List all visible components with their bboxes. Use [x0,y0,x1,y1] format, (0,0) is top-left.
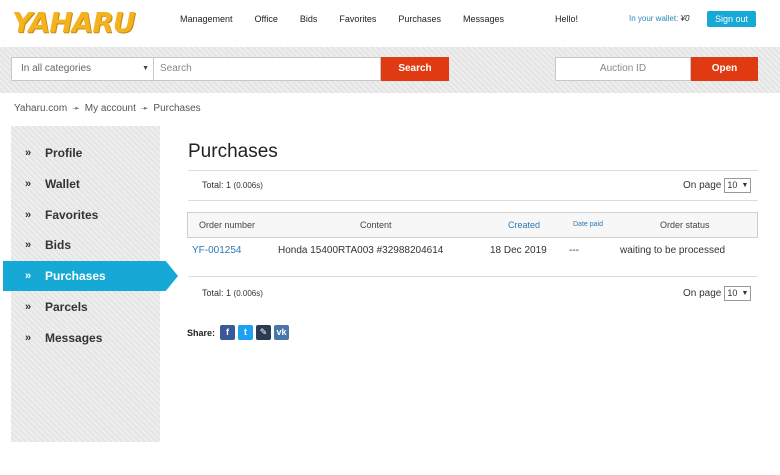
sidebar-item-bids[interactable]: » Bids [11,232,160,259]
page-title: Purchases [188,141,278,162]
nav-messages[interactable]: Messages [463,14,504,24]
logo[interactable]: YAHARU [12,6,136,39]
order-status: waiting to be processed [620,245,726,256]
table-row: YF-001254 Honda 15400RTA003 #32988204614… [187,238,758,264]
open-button[interactable]: Open [691,57,758,81]
total-label: Total: 1 [202,180,232,190]
nav-purchases[interactable]: Purchases [398,14,441,24]
per-page-control-bottom: On page 10 ▼ [683,286,752,301]
dropdown-arrow-icon: ▼ [741,182,749,189]
arrow-right-icon: ➛ [140,103,149,113]
sidebar-item-label: Purchases [45,269,106,283]
hello-text: Hello! [555,14,579,24]
wallet-info[interactable]: In your wallet: ¥0 [629,14,690,23]
col-date-paid[interactable]: Date paid [573,213,603,237]
divider [188,200,758,201]
divider [188,170,758,171]
wallet-value: ¥0 [680,14,690,23]
double-chevron-icon: » [25,301,32,313]
divider [188,276,758,277]
vk-icon[interactable]: vk [274,325,290,340]
sidebar-item-label: Messages [45,331,103,345]
facebook-icon[interactable]: f [220,325,236,340]
breadcrumb-account[interactable]: My account [85,103,136,114]
total-time: (0.006s) [233,289,263,298]
double-chevron-icon: » [25,332,32,344]
total-time: (0.006s) [233,181,263,190]
breadcrumb: Yaharu.com ➛ My account ➛ Purchases [14,103,201,114]
category-select[interactable]: In all categories ▼ [11,57,154,81]
livejournal-icon[interactable]: ✎ [256,325,272,340]
sidebar-item-label: Profile [45,146,83,160]
sidebar: » Profile » Wallet » Favorites » Bids » … [3,126,178,442]
col-order-number[interactable]: Order number [199,213,255,237]
sidebar-item-label: Parcels [45,300,88,314]
nav-office[interactable]: Office [255,14,278,24]
dropdown-arrow-icon: ▼ [142,65,149,72]
sidebar-item-parcels[interactable]: » Parcels [11,294,160,321]
order-content: Honda 15400RTA003 #32988204614 [278,245,444,256]
per-page-value: 10 [727,180,738,190]
per-page-value: 10 [727,288,738,298]
sidebar-item-wallet[interactable]: » Wallet [11,171,160,198]
col-order-status[interactable]: Order status [660,213,710,237]
header: YAHARU Management Office Bids Favorites … [0,0,780,47]
per-page-select[interactable]: 10 ▼ [724,178,752,193]
category-value: In all categories [21,63,92,74]
order-date-paid: --- [569,245,579,256]
sidebar-item-messages[interactable]: » Messages [11,325,160,352]
sidebar-item-label: Favorites [45,208,99,222]
order-created: 18 Dec 2019 [490,245,547,256]
nav-management[interactable]: Management [180,14,233,24]
sidebar-item-label: Wallet [45,177,80,191]
auction-id-input[interactable]: Auction ID [555,57,691,81]
breadcrumb-home[interactable]: Yaharu.com [14,103,67,114]
total-label: Total: 1 [202,288,232,298]
nav-bids[interactable]: Bids [300,14,318,24]
double-chevron-icon: » [25,270,32,282]
top-nav: Management Office Bids Favorites Purchas… [180,14,526,24]
sidebar-item-purchases[interactable]: » Purchases [3,261,178,291]
breadcrumb-current: Purchases [153,103,201,114]
twitter-icon[interactable]: t [238,325,254,340]
search-input[interactable]: Search [154,57,381,81]
sidebar-item-label: Bids [45,238,72,252]
per-page-control: On page 10 ▼ [683,178,752,193]
nav-favorites[interactable]: Favorites [339,14,376,24]
total-count-bottom: Total: 1 (0.006s) [202,288,263,298]
share-label: Share: [187,327,216,338]
sidebar-item-favorites[interactable]: » Favorites [11,202,160,229]
sign-out-button[interactable]: Sign out [707,11,756,27]
order-number-link[interactable]: YF-001254 [192,238,241,264]
per-page-label: On page [683,180,722,191]
double-chevron-icon: » [25,209,32,221]
search-button[interactable]: Search [381,57,449,81]
arrow-right-icon: ➛ [72,103,80,113]
table-header: Order number Content Created Date paid O… [187,212,758,238]
share-bar: Share: f t ✎ vk [187,325,292,340]
per-page-select[interactable]: 10 ▼ [724,286,752,301]
per-page-label: On page [683,288,722,299]
sidebar-item-profile[interactable]: » Profile [11,140,160,167]
wallet-label: In your wallet: [629,14,679,23]
double-chevron-icon: » [25,147,32,159]
col-created[interactable]: Created [508,213,540,237]
double-chevron-icon: » [25,239,32,251]
double-chevron-icon: » [25,178,32,190]
search-band: In all categories ▼ Search Search Auctio… [0,47,780,93]
col-content[interactable]: Content [360,213,392,237]
total-count: Total: 1 (0.006s) [202,180,263,190]
dropdown-arrow-icon: ▼ [741,290,749,297]
